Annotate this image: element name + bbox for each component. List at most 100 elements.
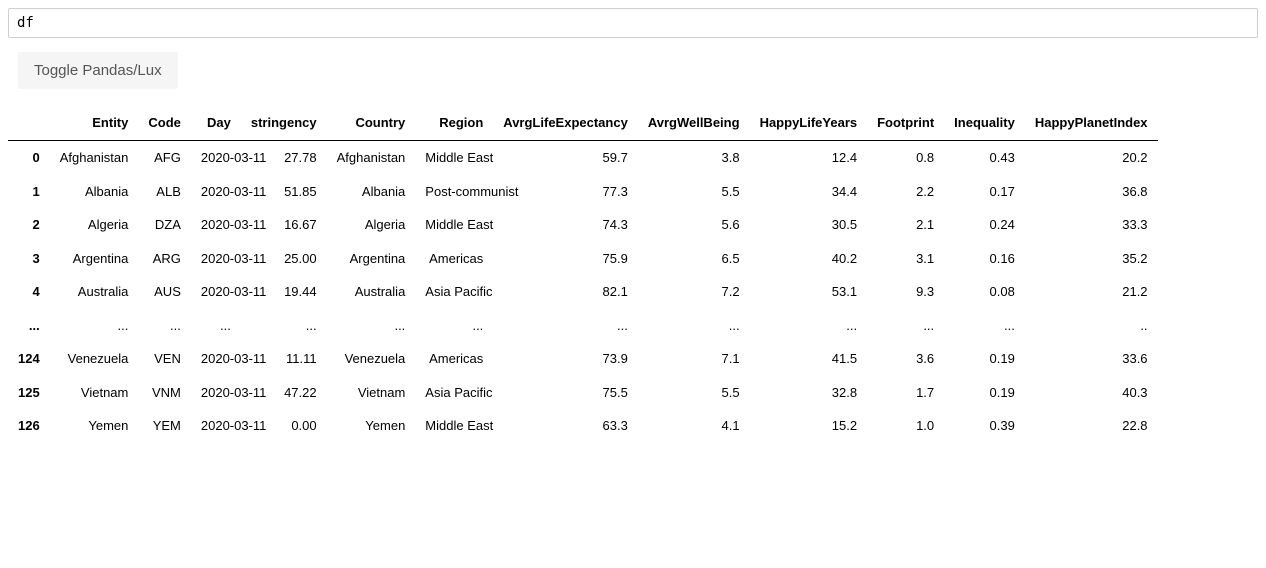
row-index: 4	[8, 275, 50, 309]
code-cell-input[interactable]	[8, 8, 1258, 38]
table-cell: 53.1	[750, 275, 868, 309]
table-cell: 3.8	[638, 141, 750, 175]
table-cell: 22.8	[1025, 409, 1158, 443]
table-cell: 4.1	[638, 409, 750, 443]
table-cell: 0.08	[944, 275, 1025, 309]
col-header: stringency	[241, 107, 327, 141]
table-cell: Vietnam	[50, 376, 139, 410]
col-header: Footprint	[867, 107, 944, 141]
table-cell: 1.0	[867, 409, 944, 443]
table-cell: 36.8	[1025, 175, 1158, 209]
table-cell: Afghanistan	[50, 141, 139, 175]
table-cell: 82.1	[493, 275, 638, 309]
index-header	[8, 107, 50, 141]
table-cell: Vietnam	[327, 376, 416, 410]
table-cell: Americas	[415, 342, 493, 376]
table-cell: Australia	[50, 275, 139, 309]
table-cell: 15.2	[750, 409, 868, 443]
col-header: Day	[191, 107, 241, 141]
table-cell: Middle East	[415, 208, 493, 242]
table-cell: ...	[415, 309, 493, 343]
row-index: 2	[8, 208, 50, 242]
table-cell: Albania	[50, 175, 139, 209]
table-cell: DZA	[138, 208, 191, 242]
table-cell: 1.7	[867, 376, 944, 410]
table-cell: 35.2	[1025, 242, 1158, 276]
table-cell: 75.9	[493, 242, 638, 276]
table-cell: YEM	[138, 409, 191, 443]
table-cell: ...	[191, 309, 241, 343]
table-cell: ARG	[138, 242, 191, 276]
row-index: 126	[8, 409, 50, 443]
table-row: 2AlgeriaDZA2020-03-1116.67AlgeriaMiddle …	[8, 208, 1158, 242]
table-cell: Middle East	[415, 141, 493, 175]
table-cell: 3.1	[867, 242, 944, 276]
table-cell: 2020-03-11	[191, 275, 241, 309]
toggle-pandas-lux-button[interactable]: Toggle Pandas/Lux	[18, 52, 178, 89]
table-cell: Argentina	[327, 242, 416, 276]
table-cell: AUS	[138, 275, 191, 309]
table-cell: 2020-03-11	[191, 242, 241, 276]
table-cell: 0.39	[944, 409, 1025, 443]
table-cell: 2020-03-11	[191, 208, 241, 242]
col-header: Entity	[50, 107, 139, 141]
col-header: Region	[415, 107, 493, 141]
table-cell: 2.1	[867, 208, 944, 242]
row-index: 1	[8, 175, 50, 209]
table-cell: 75.5	[493, 376, 638, 410]
table-cell: Post-communist	[415, 175, 493, 209]
table-cell: Afghanistan	[327, 141, 416, 175]
table-cell: 2020-03-11	[191, 342, 241, 376]
table-cell: Algeria	[327, 208, 416, 242]
table-cell: ...	[241, 309, 327, 343]
table-cell: Americas	[415, 242, 493, 276]
table-cell: 32.8	[750, 376, 868, 410]
dataframe-table: Entity Code Day stringency Country Regio…	[8, 107, 1158, 443]
table-cell: ...	[138, 309, 191, 343]
table-cell: 7.2	[638, 275, 750, 309]
table-cell: 5.5	[638, 175, 750, 209]
table-cell: 0.16	[944, 242, 1025, 276]
table-row: 124VenezuelaVEN2020-03-1111.11VenezuelaA…	[8, 342, 1158, 376]
table-cell: 20.2	[1025, 141, 1158, 175]
table-cell: 2.2	[867, 175, 944, 209]
table-cell: Yemen	[50, 409, 139, 443]
table-cell: Argentina	[50, 242, 139, 276]
table-cell: 7.1	[638, 342, 750, 376]
table-cell: Asia Pacific	[415, 376, 493, 410]
table-row: 1AlbaniaALB2020-03-1151.85AlbaniaPost-co…	[8, 175, 1158, 209]
table-cell: 3.6	[867, 342, 944, 376]
row-index: 124	[8, 342, 50, 376]
table-cell: 74.3	[493, 208, 638, 242]
table-cell: 9.3	[867, 275, 944, 309]
table-cell: 30.5	[750, 208, 868, 242]
table-cell: 33.3	[1025, 208, 1158, 242]
table-cell: 21.2	[1025, 275, 1158, 309]
table-cell: 5.6	[638, 208, 750, 242]
table-cell: 2020-03-11	[191, 141, 241, 175]
table-header-row: Entity Code Day stringency Country Regio…	[8, 107, 1158, 141]
table-cell: 73.9	[493, 342, 638, 376]
col-header: Code	[138, 107, 191, 141]
col-header: HappyLifeYears	[750, 107, 868, 141]
row-index: 125	[8, 376, 50, 410]
table-cell: 0.19	[944, 376, 1025, 410]
table-cell: ...	[327, 309, 416, 343]
table-cell: 34.4	[750, 175, 868, 209]
col-header: Inequality	[944, 107, 1025, 141]
table-cell: 6.5	[638, 242, 750, 276]
table-row: 4AustraliaAUS2020-03-1119.44AustraliaAsi…	[8, 275, 1158, 309]
table-cell: Algeria	[50, 208, 139, 242]
table-cell: ALB	[138, 175, 191, 209]
table-cell: 2020-03-11	[191, 376, 241, 410]
table-cell: ...	[750, 309, 868, 343]
table-cell: 63.3	[493, 409, 638, 443]
table-cell: 40.2	[750, 242, 868, 276]
table-cell: AFG	[138, 141, 191, 175]
row-index: 0	[8, 141, 50, 175]
table-cell: VNM	[138, 376, 191, 410]
table-cell: ..	[1025, 309, 1158, 343]
table-row: 0AfghanistanAFG2020-03-1127.78Afghanista…	[8, 141, 1158, 175]
table-cell: 0.24	[944, 208, 1025, 242]
table-row: 126YemenYEM2020-03-110.00YemenMiddle Eas…	[8, 409, 1158, 443]
